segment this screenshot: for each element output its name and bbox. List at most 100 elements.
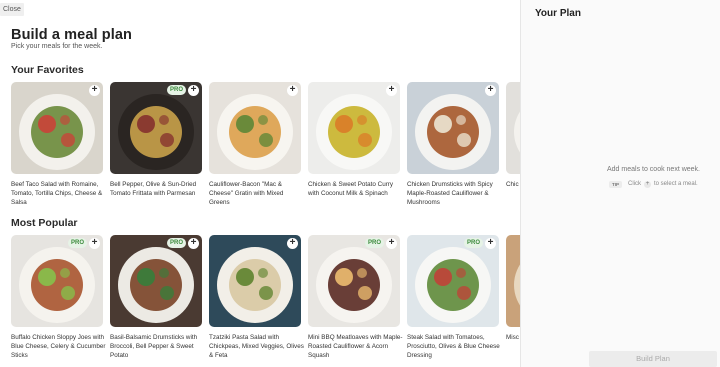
food-accent — [335, 268, 353, 286]
meal-name[interactable]: Chicken & Sweet Potato Curry with Coconu… — [308, 180, 404, 198]
page-title: Build a meal plan — [11, 27, 132, 43]
food-accent — [61, 286, 75, 300]
food-accent — [434, 115, 452, 133]
food-accent — [357, 115, 367, 125]
food-accent — [358, 133, 372, 147]
meal-name[interactable]: Beef Taco Salad with Romaine, Tomato, To… — [11, 180, 107, 207]
food-accent — [259, 286, 273, 300]
food-main — [427, 259, 479, 311]
food-accent — [236, 268, 254, 286]
add-meal-icon[interactable]: + — [485, 238, 496, 249]
meal-name[interactable]: Chic Bok — [506, 180, 520, 189]
food-accent — [60, 268, 70, 278]
tip-text-before: Click — [628, 181, 642, 187]
food-accent — [358, 286, 372, 300]
favorites-row: + Beef Taco Salad with Romaine, Tomato, T… — [11, 82, 520, 206]
meal-name[interactable]: Tzatziki Pasta Salad with Chickpeas, Mix… — [209, 333, 305, 360]
meal-name[interactable]: Misc Turk Mus — [506, 333, 520, 342]
add-meal-icon[interactable]: + — [188, 238, 199, 249]
food-accent — [456, 268, 466, 278]
food-accent — [258, 115, 268, 125]
food-accent — [434, 268, 452, 286]
meal-photo[interactable]: + — [209, 235, 301, 327]
meal-card[interactable]: + PRO Buffalo Chicken Sloppy Joes with Blu… — [11, 235, 106, 360]
food-accent — [457, 133, 471, 147]
meal-photo[interactable]: + PRO — [110, 82, 202, 174]
meal-name[interactable]: Chicken Drumsticks with Spicy Maple-Roas… — [407, 180, 503, 207]
food-accent — [160, 133, 174, 147]
meal-name[interactable]: Cauliflower-Bacon "Mac & Cheese" Gratin … — [209, 180, 305, 207]
meal-card[interactable]: + PRO Bell Pepper, Olive & Sun-Dried Tomat… — [110, 82, 202, 198]
add-meal-icon[interactable]: + — [89, 85, 100, 96]
section-title-popular: Most Popular — [11, 217, 78, 229]
food-accent — [137, 115, 155, 133]
food-main — [229, 259, 281, 311]
food-main — [130, 259, 182, 311]
meal-photo[interactable]: + PRO — [308, 235, 400, 327]
meal-card[interactable]: + Beef Taco Salad with Romaine, Tomato, T… — [11, 82, 103, 207]
page-subtitle: Pick your meals for the week. — [11, 43, 103, 50]
food-main — [229, 106, 281, 158]
food-accent — [38, 268, 56, 286]
meal-name[interactable]: Mini BBQ Meatloaves with Maple-Roasted C… — [308, 333, 404, 360]
food-accent — [259, 133, 273, 147]
meal-card[interactable]: + Tzatziki Pasta Salad with Chickpeas, Mi… — [209, 235, 304, 360]
pro-badge: PRO — [166, 85, 186, 95]
pro-badge: PRO — [364, 238, 384, 248]
meal-name[interactable]: Steak Salad with Tomatoes, Prosciutto, O… — [407, 333, 503, 360]
food-accent — [258, 268, 268, 278]
tip-row: TIP Click + to select a meal. — [609, 179, 698, 189]
meal-photo[interactable]: + — [506, 235, 520, 327]
meal-photo[interactable]: + — [506, 82, 520, 174]
meal-photo[interactable]: + PRO — [110, 235, 202, 327]
meal-photo[interactable]: + PRO — [407, 235, 499, 327]
meal-card[interactable]: + PRO Steak Salad with Tomatoes, Prosciutt… — [407, 235, 500, 360]
add-meal-icon[interactable]: + — [188, 85, 199, 96]
meal-card[interactable]: + PRO Mini BBQ Meatloaves with Maple-Roast… — [308, 235, 403, 360]
add-meal-icon[interactable]: + — [485, 85, 496, 96]
meal-card[interactable]: + PRO Basil-Balsamic Drumsticks with Brocc… — [110, 235, 202, 360]
food-main — [328, 106, 380, 158]
section-title-favorites: Your Favorites — [11, 64, 84, 76]
food-accent — [456, 115, 466, 125]
meal-card[interactable]: + Chicken Drumsticks with Spicy Maple-Roa… — [407, 82, 499, 207]
food-main — [31, 106, 83, 158]
food-accent — [61, 133, 75, 147]
meal-browser: Close Build a meal plan Pick your meals … — [0, 0, 520, 367]
meal-photo[interactable]: + — [308, 82, 400, 174]
meal-name[interactable]: Bell Pepper, Olive & Sun-Dried Tomato Fr… — [110, 180, 206, 198]
meal-card[interactable]: + Misc Turk Mus — [506, 235, 520, 342]
plan-panel: Your Plan Add meals to cook next week. T… — [520, 0, 720, 367]
meal-card[interactable]: + Cauliflower-Bacon "Mac & Cheese" Gratin… — [209, 82, 301, 207]
food-accent — [60, 115, 70, 125]
meal-photo[interactable]: + — [209, 82, 301, 174]
close-button[interactable]: Close — [0, 3, 24, 16]
add-meal-icon[interactable]: + — [89, 238, 100, 249]
meal-photo[interactable]: + — [11, 82, 103, 174]
tip-badge: TIP — [609, 180, 623, 188]
food-accent — [357, 268, 367, 278]
build-plan-button[interactable]: Build Plan — [589, 351, 717, 367]
add-meal-icon[interactable]: + — [386, 238, 397, 249]
food-main — [130, 106, 182, 158]
meal-photo[interactable]: + — [407, 82, 499, 174]
pro-badge: PRO — [463, 238, 483, 248]
meal-card[interactable]: + Chic Bok — [506, 82, 520, 189]
meal-name[interactable]: Basil-Balsamic Drumsticks with Broccoli,… — [110, 333, 206, 360]
add-meal-icon[interactable]: + — [287, 238, 298, 249]
food-main — [427, 106, 479, 158]
food-accent — [236, 115, 254, 133]
food-accent — [457, 286, 471, 300]
pro-badge: PRO — [166, 238, 186, 248]
plan-title: Your Plan — [535, 8, 581, 19]
food-accent — [335, 115, 353, 133]
meal-name[interactable]: Buffalo Chicken Sloppy Joes with Blue Ch… — [11, 333, 107, 360]
meal-photo[interactable]: + PRO — [11, 235, 103, 327]
meal-card[interactable]: + Chicken & Sweet Potato Curry with Cocon… — [308, 82, 400, 198]
empty-plan-message: Add meals to cook next week. — [607, 166, 700, 173]
add-meal-icon[interactable]: + — [386, 85, 397, 96]
food-accent — [160, 286, 174, 300]
food-accent — [38, 115, 56, 133]
food-accent — [159, 268, 169, 278]
add-meal-icon[interactable]: + — [287, 85, 298, 96]
